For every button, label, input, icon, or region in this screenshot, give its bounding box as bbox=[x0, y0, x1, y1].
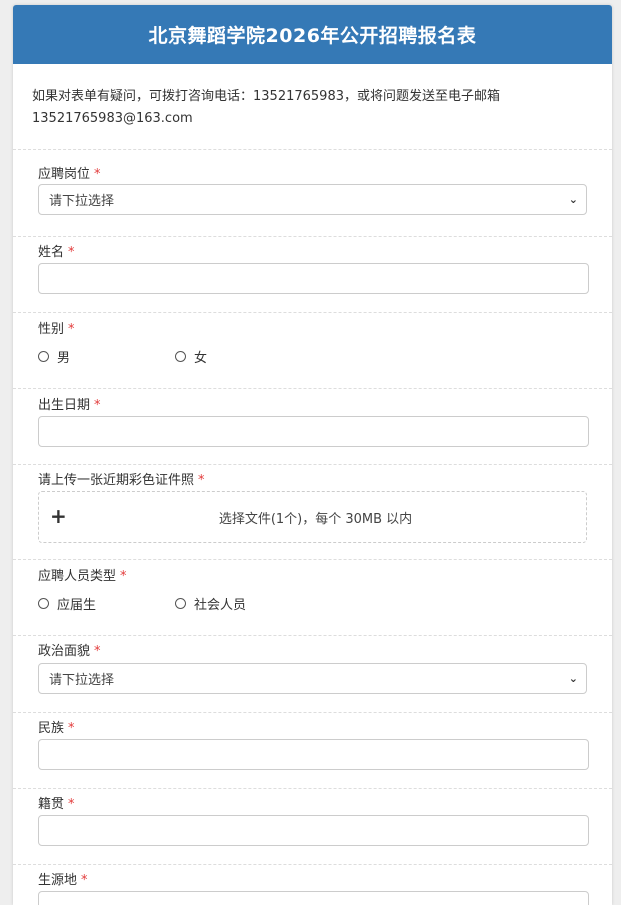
field-label: 籍贯 * bbox=[38, 789, 589, 815]
origin-input[interactable] bbox=[38, 891, 589, 905]
field-birthdate: 出生日期 * bbox=[13, 389, 612, 465]
label-text: 请上传一张近期彩色证件照 bbox=[38, 473, 195, 488]
field-position: 应聘岗位 * 请下拉选择 ⌄ bbox=[13, 150, 612, 237]
form-intro: 如果对表单有疑问，可拨打咨询电话：13521765983，或将问题发送至电子邮箱… bbox=[13, 64, 612, 150]
field-label: 请上传一张近期彩色证件照 * bbox=[38, 465, 589, 491]
intro-email: 13521765983@163.com bbox=[32, 111, 193, 126]
required-mark: * bbox=[94, 167, 101, 182]
label-text: 生源地 bbox=[38, 873, 78, 888]
field-photo: 请上传一张近期彩色证件照 * + 选择文件(1个)，每个 30MB 以内 bbox=[13, 465, 612, 560]
radio-circle-icon bbox=[38, 351, 49, 362]
required-mark: * bbox=[68, 322, 75, 337]
photo-upload-area[interactable]: + 选择文件(1个)，每个 30MB 以内 bbox=[38, 491, 587, 543]
field-label: 民族 * bbox=[38, 713, 589, 739]
intro-text: 如果对表单有疑问，可拨打咨询电话：13521765983，或将问题发送至电子邮箱 bbox=[32, 89, 500, 104]
label-text: 性别 bbox=[38, 322, 65, 337]
radio-label: 社会人员 bbox=[194, 598, 247, 613]
radio-circle-icon bbox=[175, 598, 186, 609]
label-text: 出生日期 bbox=[38, 398, 91, 413]
field-label: 出生日期 * bbox=[38, 389, 589, 416]
chevron-down-icon: ⌄ bbox=[568, 672, 578, 685]
required-mark: * bbox=[94, 644, 101, 659]
field-label: 应聘岗位 * bbox=[38, 150, 589, 184]
label-text: 政治面貌 bbox=[38, 644, 91, 659]
required-mark: * bbox=[120, 569, 127, 584]
required-mark: * bbox=[68, 245, 75, 260]
field-label: 政治面貌 * bbox=[38, 636, 589, 663]
radio-circle-icon bbox=[175, 351, 186, 362]
label-text: 姓名 bbox=[38, 245, 65, 260]
label-text: 民族 bbox=[38, 721, 65, 736]
native-place-input[interactable] bbox=[38, 815, 589, 846]
applicant-radio-social[interactable]: 社会人员 bbox=[175, 594, 312, 613]
required-mark: * bbox=[94, 398, 101, 413]
radio-label: 男 bbox=[57, 351, 71, 366]
field-gender: 性别 * 男 女 bbox=[13, 313, 612, 389]
gender-radio-female[interactable]: 女 bbox=[175, 347, 312, 366]
gender-radio-male[interactable]: 男 bbox=[38, 347, 175, 366]
label-text: 应聘人员类型 bbox=[38, 569, 117, 584]
field-ethnicity: 民族 * bbox=[13, 713, 612, 789]
applicant-type-radio-group: 应届生 社会人员 bbox=[38, 594, 589, 636]
chevron-down-icon: ⌄ bbox=[568, 193, 578, 206]
field-political: 政治面貌 * 请下拉选择 ⌄ bbox=[13, 636, 612, 713]
ethnicity-input[interactable] bbox=[38, 739, 589, 770]
select-placeholder: 请下拉选择 bbox=[49, 673, 115, 688]
required-mark: * bbox=[198, 473, 205, 488]
field-label: 应聘人员类型 * bbox=[38, 560, 589, 594]
field-applicant-type: 应聘人员类型 * 应届生 社会人员 bbox=[13, 560, 612, 636]
radio-circle-icon bbox=[38, 598, 49, 609]
required-mark: * bbox=[68, 721, 75, 736]
field-label: 性别 * bbox=[38, 313, 589, 347]
form-title: 北京舞蹈学院2026年公开招聘报名表 bbox=[13, 5, 612, 64]
plus-icon: + bbox=[50, 504, 67, 528]
birthdate-input[interactable] bbox=[38, 416, 589, 447]
label-text: 籍贯 bbox=[38, 797, 65, 812]
label-text: 应聘岗位 bbox=[38, 167, 91, 182]
applicant-radio-graduate[interactable]: 应届生 bbox=[38, 594, 175, 613]
gender-radio-group: 男 女 bbox=[38, 347, 589, 389]
political-select[interactable]: 请下拉选择 ⌄ bbox=[38, 663, 587, 694]
radio-label: 女 bbox=[194, 351, 208, 366]
radio-label: 应届生 bbox=[57, 598, 97, 613]
field-origin: 生源地 * bbox=[13, 865, 612, 905]
select-placeholder: 请下拉选择 bbox=[49, 194, 115, 209]
name-input[interactable] bbox=[38, 263, 589, 294]
position-select[interactable]: 请下拉选择 ⌄ bbox=[38, 184, 587, 215]
required-mark: * bbox=[81, 873, 88, 888]
field-label: 生源地 * bbox=[38, 865, 589, 891]
field-label: 姓名 * bbox=[38, 237, 589, 263]
field-name: 姓名 * bbox=[13, 237, 612, 313]
form-card: 北京舞蹈学院2026年公开招聘报名表 如果对表单有疑问，可拨打咨询电话：1352… bbox=[13, 5, 612, 905]
upload-hint: 选择文件(1个)，每个 30MB 以内 bbox=[218, 511, 413, 527]
field-native-place: 籍贯 * bbox=[13, 789, 612, 865]
required-mark: * bbox=[68, 797, 75, 812]
